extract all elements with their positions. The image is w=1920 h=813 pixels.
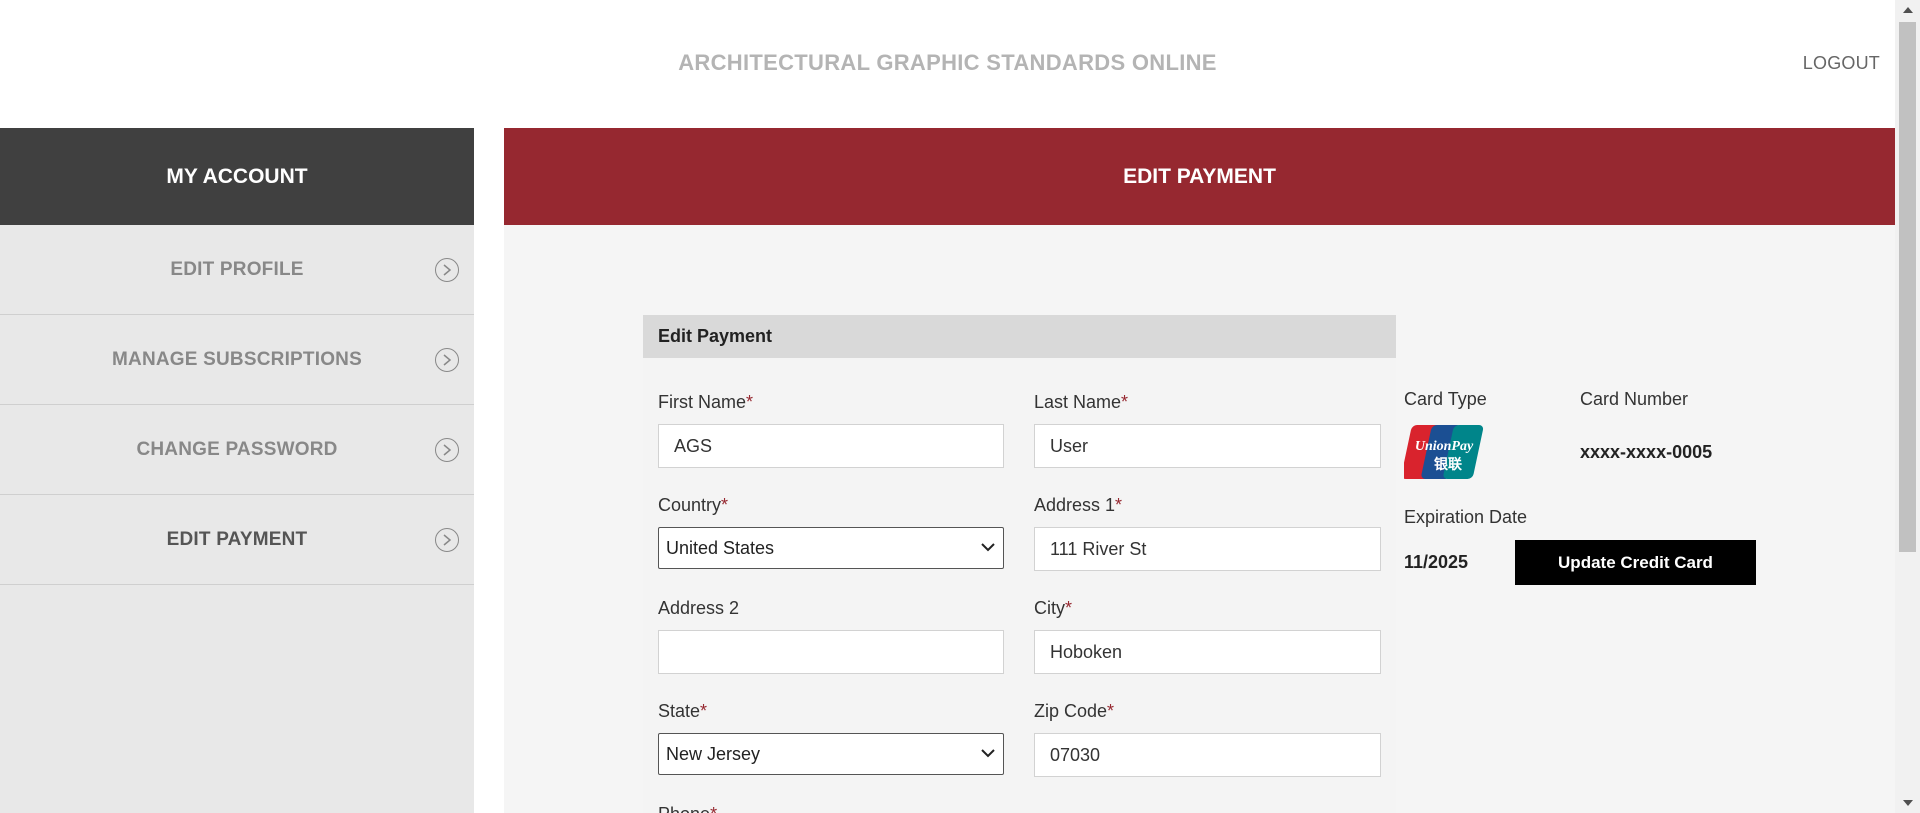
address1-field-group: Address 1* 111 River St xyxy=(1034,495,1381,571)
first-name-label: First Name* xyxy=(658,392,754,412)
first-name-input[interactable]: AGS xyxy=(658,424,1004,468)
city-field-group: City* Hoboken xyxy=(1034,598,1381,674)
city-input[interactable]: Hoboken xyxy=(1034,630,1381,674)
chevron-down-icon xyxy=(981,749,995,758)
first-name-field-group: First Name* AGS xyxy=(658,392,1004,468)
unionpay-logo-text-bottom: 银联 xyxy=(1434,456,1463,473)
chevron-right-circle-icon xyxy=(435,257,459,282)
scroll-down-arrow-icon[interactable] xyxy=(1895,793,1920,813)
form-section-title: Edit Payment xyxy=(643,315,1396,358)
sidebar-item-change-password[interactable]: CHANGE PASSWORD xyxy=(0,405,474,495)
logout-link[interactable]: LOGOUT xyxy=(1803,53,1880,74)
address2-input[interactable] xyxy=(658,630,1004,674)
sidebar-title: MY ACCOUNT xyxy=(0,128,474,225)
chevron-down-icon xyxy=(981,543,995,552)
sidebar-item-label: CHANGE PASSWORD xyxy=(136,438,338,460)
sidebar-item-manage-subscriptions[interactable]: MANAGE SUBSCRIPTIONS xyxy=(0,315,474,405)
state-select[interactable]: New Jersey xyxy=(658,733,1004,775)
page-title: EDIT PAYMENT xyxy=(504,128,1895,225)
sidebar-item-edit-payment[interactable]: EDIT PAYMENT xyxy=(0,495,474,585)
page: ARCHITECTURAL GRAPHIC STANDARDS ONLINE L… xyxy=(0,0,1920,813)
unionpay-logo-text-top: UnionPay xyxy=(1415,439,1474,454)
sidebar-item-label: EDIT PROFILE xyxy=(170,258,304,280)
zip-field-group: Zip Code* 07030 xyxy=(1034,701,1381,777)
address1-input[interactable]: 111 River St xyxy=(1034,527,1381,571)
scroll-up-arrow-icon[interactable] xyxy=(1895,0,1920,20)
unionpay-logo-icon: UnionPay 银联 xyxy=(1404,425,1484,479)
last-name-field-group: Last Name* User xyxy=(1034,392,1381,468)
scrollbar-thumb[interactable] xyxy=(1899,22,1916,552)
last-name-label: Last Name* xyxy=(1034,392,1129,412)
country-select-value: United States xyxy=(666,537,775,558)
update-credit-card-button[interactable]: Update Credit Card xyxy=(1515,540,1756,585)
phone-field-group: Phone* xyxy=(658,804,717,813)
card-number-value: xxxx-xxxx-0005 xyxy=(1580,442,1713,462)
chevron-right-circle-icon xyxy=(435,437,459,462)
expiration-date-label: Expiration Date xyxy=(1404,507,1528,527)
card-number-label: Card Number xyxy=(1580,389,1689,409)
expiration-date-value: 11/2025 xyxy=(1404,552,1469,572)
state-field-group: State* New Jersey xyxy=(658,701,1004,775)
edit-payment-form: Edit Payment First Name* AGS Last Name* … xyxy=(643,315,1396,813)
last-name-input[interactable]: User xyxy=(1034,424,1381,468)
state-label: State* xyxy=(658,701,708,721)
zip-label: Zip Code* xyxy=(1034,701,1115,721)
zip-input[interactable]: 07030 xyxy=(1034,733,1381,777)
card-type-label: Card Type xyxy=(1404,389,1487,409)
sidebar-item-edit-profile[interactable]: EDIT PROFILE xyxy=(0,225,474,315)
city-label: City* xyxy=(1034,598,1073,618)
sidebar-item-label: EDIT PAYMENT xyxy=(166,528,308,550)
country-field-group: Country* United States xyxy=(658,495,1004,569)
page-scrollbar[interactable] xyxy=(1895,0,1920,813)
country-select[interactable]: United States xyxy=(658,527,1004,569)
address2-field-group: Address 2 xyxy=(658,598,1004,674)
phone-label: Phone* xyxy=(658,804,717,813)
state-select-value: New Jersey xyxy=(666,743,761,764)
site-title: ARCHITECTURAL GRAPHIC STANDARDS ONLINE xyxy=(678,50,1217,75)
account-sidebar: MY ACCOUNT EDIT PROFILE MANAGE SUBSCRIPT… xyxy=(0,128,474,813)
main-content: EDIT PAYMENT Edit Payment First Name* AG… xyxy=(504,128,1895,813)
address2-label: Address 2 xyxy=(658,598,740,618)
address1-label: Address 1* xyxy=(1034,495,1123,515)
sidebar-item-label: MANAGE SUBSCRIPTIONS xyxy=(112,348,362,370)
country-label: Country* xyxy=(658,495,729,515)
chevron-right-circle-icon xyxy=(435,347,459,372)
chevron-right-circle-icon xyxy=(435,527,459,552)
